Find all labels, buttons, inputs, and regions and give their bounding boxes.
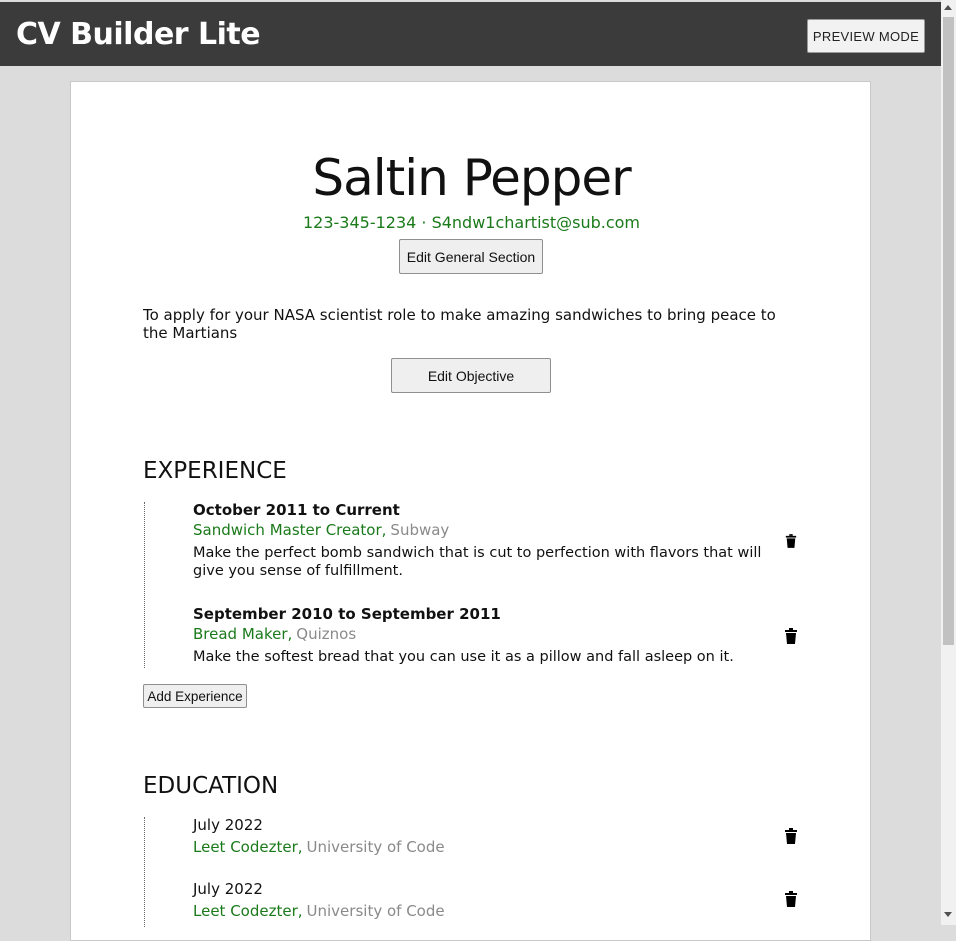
experience-role-line: Sandwich Master Creator, Subway bbox=[193, 520, 793, 540]
edit-objective-button[interactable]: Edit Objective bbox=[391, 358, 551, 393]
education-timeline bbox=[144, 817, 145, 927]
experience-company: Subway bbox=[390, 521, 450, 539]
experience-role: Sandwich Master Creator, bbox=[193, 521, 387, 539]
education-school: University of Code bbox=[306, 838, 445, 856]
education-degree-line: Leet Codezter, University of Code bbox=[193, 901, 793, 921]
scrollbar-thumb[interactable] bbox=[943, 17, 954, 645]
trash-icon[interactable] bbox=[784, 628, 798, 644]
chevron-up-icon[interactable] bbox=[944, 5, 952, 10]
experience-company: Quiznos bbox=[296, 625, 357, 643]
experience-timeline bbox=[144, 502, 145, 668]
objective-text: To apply for your NASA scientist role to… bbox=[143, 306, 776, 342]
app-header: CV Builder Lite PREVIEW MODE bbox=[0, 2, 941, 66]
app-title: CV Builder Lite bbox=[16, 17, 261, 52]
education-heading: EDUCATION bbox=[143, 773, 279, 799]
education-degree: Leet Codezter, bbox=[193, 838, 303, 856]
education-dates: July 2022 bbox=[193, 880, 263, 898]
education-dates: July 2022 bbox=[193, 816, 263, 834]
preview-mode-button[interactable]: PREVIEW MODE bbox=[807, 19, 925, 53]
experience-item: October 2011 to Current Sandwich Master … bbox=[193, 500, 793, 580]
experience-heading: EXPERIENCE bbox=[143, 458, 287, 484]
education-degree: Leet Codezter, bbox=[193, 902, 303, 920]
edit-general-button[interactable]: Edit General Section bbox=[399, 239, 543, 274]
contact-line: 123-345-1234 · S4ndw1chartist@sub.com bbox=[302, 213, 641, 232]
trash-icon[interactable] bbox=[784, 891, 798, 907]
education-school: University of Code bbox=[306, 902, 445, 920]
experience-item: September 2010 to September 2011 Bread M… bbox=[193, 604, 793, 666]
education-degree-line: Leet Codezter, University of Code bbox=[193, 837, 793, 857]
experience-role: Bread Maker, bbox=[193, 625, 293, 643]
cv-document: Saltin Pepper 123-345-1234 · S4ndw1chart… bbox=[70, 81, 871, 941]
trash-icon[interactable] bbox=[784, 828, 798, 844]
trash-icon[interactable] bbox=[785, 534, 797, 548]
experience-dates: October 2011 to Current bbox=[193, 501, 400, 519]
page-scrollbar[interactable] bbox=[941, 0, 956, 925]
experience-dates: September 2010 to September 2011 bbox=[193, 605, 501, 623]
chevron-down-icon[interactable] bbox=[944, 912, 952, 917]
add-experience-button[interactable]: Add Experience bbox=[143, 684, 247, 708]
candidate-name: Saltin Pepper bbox=[312, 149, 631, 207]
education-item: July 2022 Leet Codezter, University of Co… bbox=[193, 879, 793, 921]
experience-description: Make the perfect bomb sandwich that is c… bbox=[193, 545, 762, 579]
education-item: July 2022 Leet Codezter, University of Co… bbox=[193, 815, 793, 857]
experience-description: Make the softest bread that you can use … bbox=[193, 649, 734, 665]
experience-role-line: Bread Maker, Quiznos bbox=[193, 624, 793, 644]
